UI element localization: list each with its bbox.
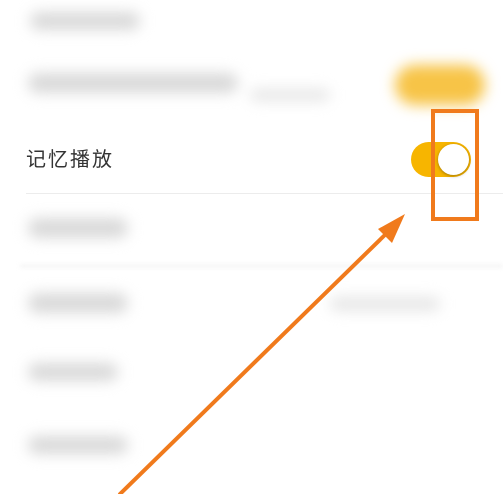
blurred-setting-row-2 (0, 55, 503, 125)
blurred-divider (20, 265, 503, 267)
blurred-setting-row-6 (0, 420, 503, 480)
memory-playback-row: 记忆播放 (0, 124, 503, 194)
row-divider (26, 193, 503, 194)
toggle-knob (438, 144, 469, 175)
blurred-setting-row-1 (0, 0, 503, 50)
blurred-setting-row-4 (0, 275, 503, 335)
settings-screen: 记忆播放 (0, 0, 503, 494)
blurred-setting-row-5 (0, 345, 503, 405)
memory-playback-toggle[interactable] (411, 142, 471, 177)
memory-playback-label: 记忆播放 (26, 147, 114, 171)
blurred-setting-row-3 (0, 200, 503, 260)
